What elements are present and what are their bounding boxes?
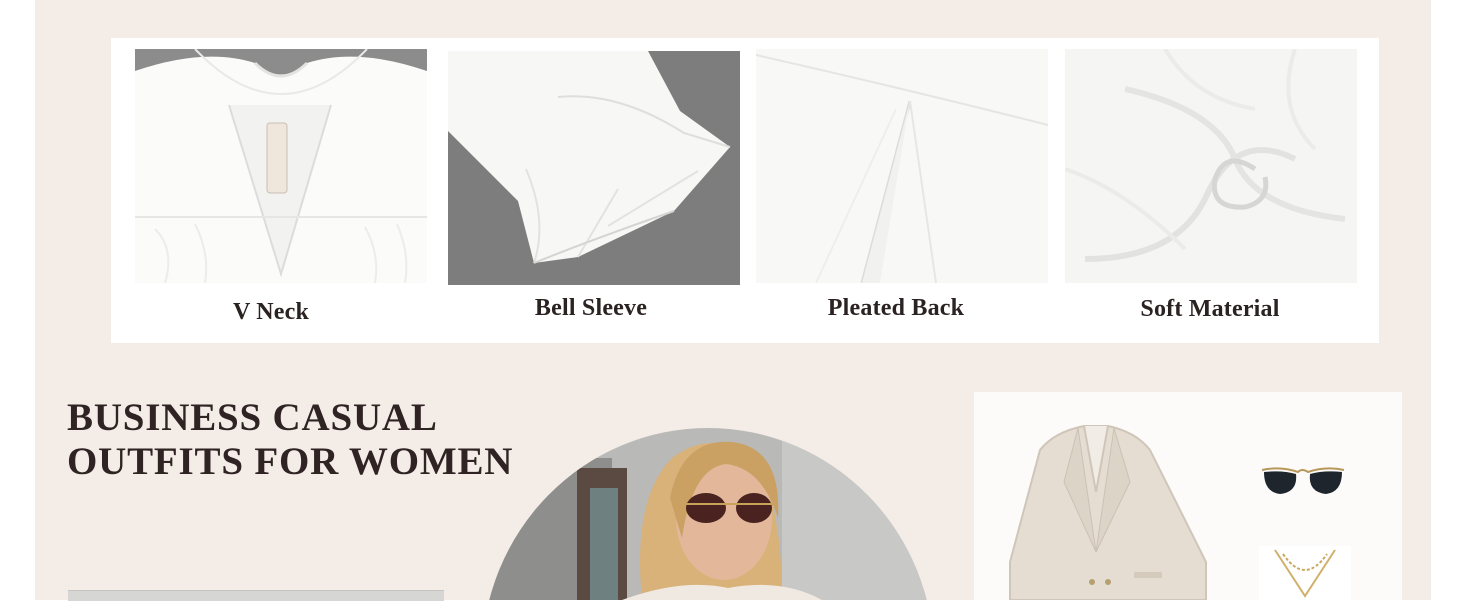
model-photo bbox=[482, 428, 934, 600]
sunglasses-icon bbox=[1261, 467, 1345, 494]
feature-image-pleated-back bbox=[756, 49, 1048, 283]
feature-image-v-neck bbox=[135, 49, 427, 283]
feature-label-v-neck: V Neck bbox=[232, 299, 310, 325]
necklace-box bbox=[1259, 546, 1351, 600]
garment-photo-small bbox=[68, 590, 444, 601]
feature-label-bell-sleeve: Bell Sleeve bbox=[534, 295, 648, 321]
feature-label-pleated-back: Pleated Back bbox=[827, 295, 965, 321]
headline-line-2: OUTFITS FOR WOMEN bbox=[67, 440, 514, 483]
feature-strip: V Neck Bell Sleeve Pleated Back Soft Mat… bbox=[111, 38, 1379, 343]
necklace-icon bbox=[1274, 549, 1336, 598]
outfit-flatlay bbox=[974, 392, 1402, 600]
feature-image-bell-sleeve bbox=[448, 51, 740, 285]
feature-label-soft-material: Soft Material bbox=[1140, 296, 1280, 322]
feature-image-soft-material bbox=[1065, 49, 1357, 283]
headline-line-1: BUSINESS CASUAL bbox=[67, 396, 438, 439]
section-headline: BUSINESS CASUAL OUTFITS FOR WOMEN bbox=[67, 396, 513, 484]
